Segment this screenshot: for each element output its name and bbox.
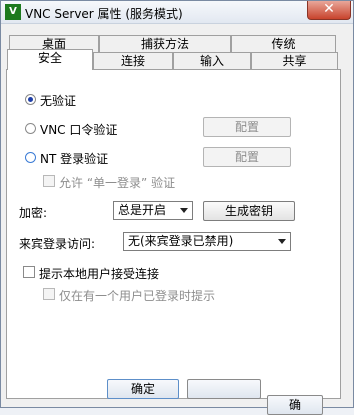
tab-legacy[interactable]: 传统 [231,35,336,52]
tab-sharing[interactable]: 共享 [251,52,338,69]
guest-login-value: 无(来宾登录已禁用) [128,234,234,248]
guest-login-select[interactable]: 无(来宾登录已禁用) [123,232,291,251]
generate-key-button[interactable]: 生成密钥 [203,201,295,221]
vnc-password-label: VNC 口令验证 [40,123,118,137]
guest-login-label: 来宾登录访问: [19,237,96,251]
tab-security[interactable]: 安全 [7,49,93,70]
vnc-app-icon: V [5,4,21,20]
window-title: VNC Server 属性 (服务模式) [25,7,183,21]
apply-button[interactable]: 确 [267,395,323,415]
cancel-button[interactable] [187,379,261,399]
no-auth-radio[interactable] [25,94,36,105]
no-auth-label: 无验证 [40,94,77,108]
encryption-select[interactable]: 总是开启 [113,201,193,220]
tab-input[interactable]: 输入 [173,52,251,69]
nt-login-label: NT 登录验证 [40,152,109,166]
prompt-local-user-label: 提示本地用户接受连接 [39,267,160,281]
encryption-label: 加密: [19,206,48,220]
allow-single-login-checkbox[interactable] [43,175,55,187]
only-when-logged-in-label: 仅在有一个用户已登录时提示 [59,289,216,303]
tab-connection[interactable]: 连接 [93,52,173,69]
tab-capture-method[interactable]: 捕获方法 [99,35,231,52]
prompt-local-user-checkbox[interactable] [23,266,35,278]
vnc-password-radio[interactable] [25,123,36,134]
encryption-value: 总是开启 [118,203,167,217]
vnc-config-button[interactable]: 配置 [203,117,291,137]
chevron-down-icon [278,239,286,244]
allow-single-login-label: 允许 “单一登录” 验证 [59,176,176,190]
ok-button[interactable]: 确定 [107,379,179,399]
chevron-down-icon [180,208,188,213]
title-bar: V VNC Server 属性 (服务模式) ✕ [1,1,353,24]
only-when-logged-in-checkbox[interactable] [43,288,55,300]
security-panel: 无验证 VNC 口令验证 配置 NT 登录验证 配置 允许 “单一登录” 验证 … [6,69,341,399]
close-button[interactable]: ✕ [307,1,351,20]
properties-window: V VNC Server 属性 (服务模式) ✕ 桌面 捕获方法 传统 安全 连… [0,0,354,415]
nt-login-radio[interactable] [25,152,36,163]
nt-config-button[interactable]: 配置 [203,147,291,167]
